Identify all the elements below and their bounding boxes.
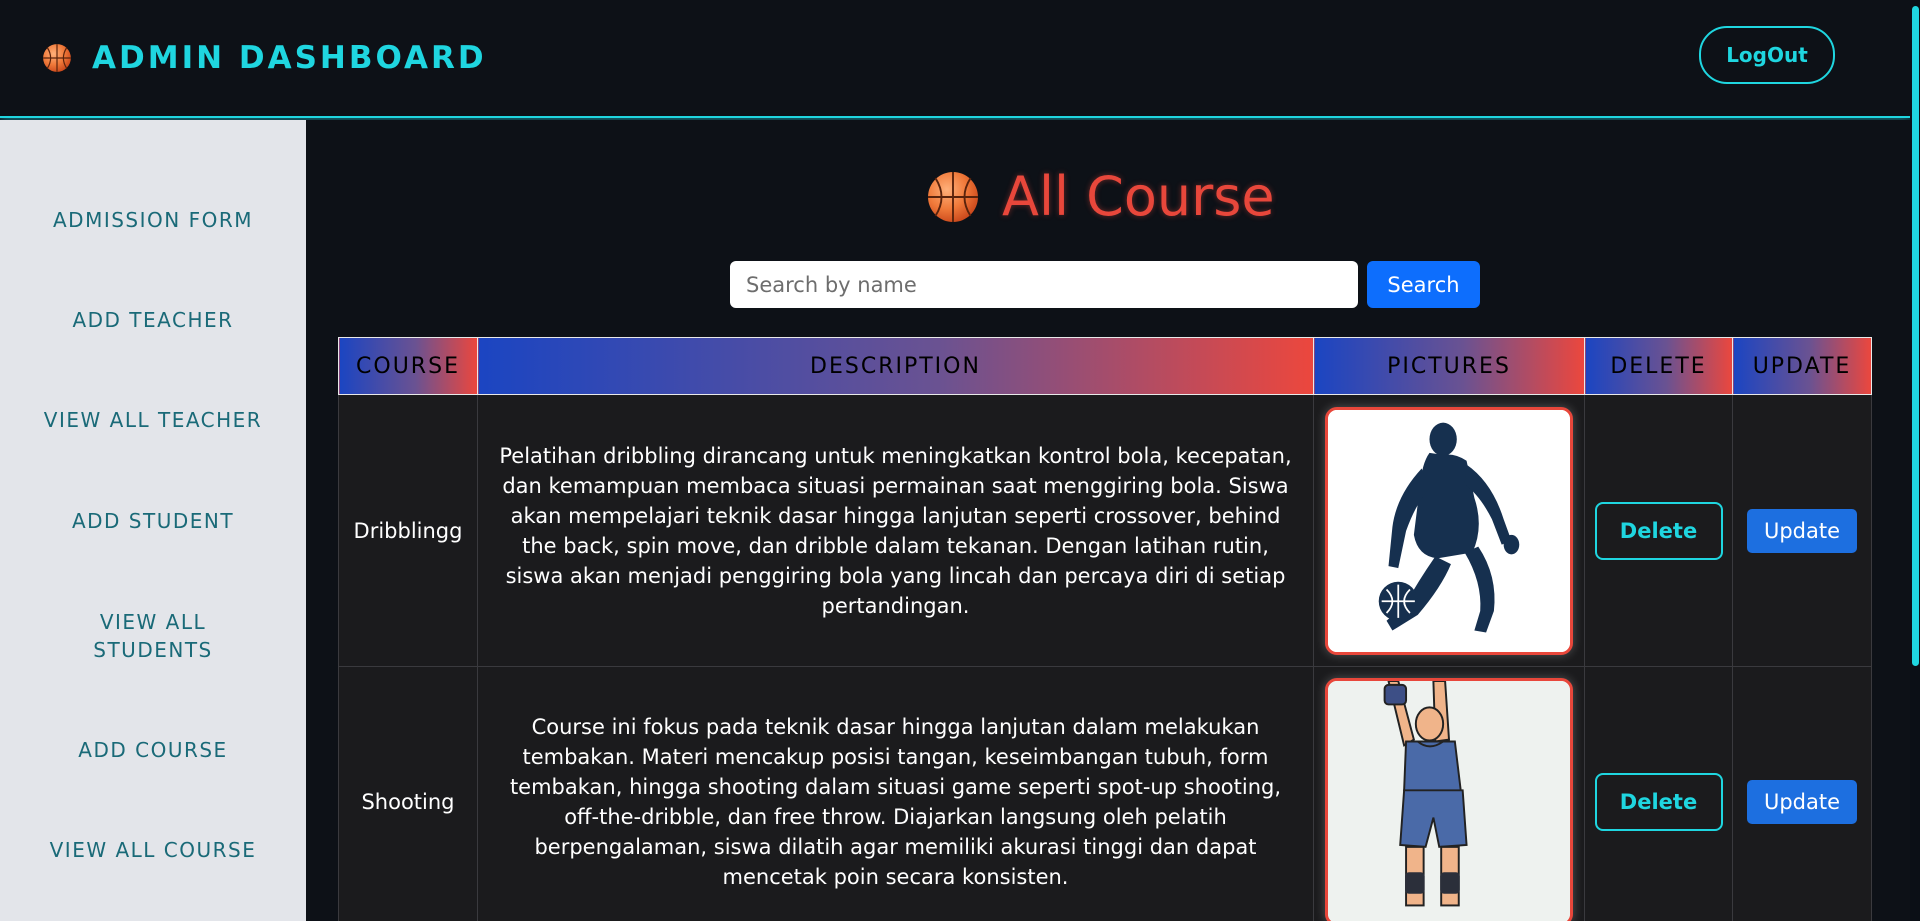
page-title: All Course xyxy=(1002,165,1275,228)
course-description: Course ini fokus pada teknik dasar hingg… xyxy=(477,666,1314,921)
column-header-delete: DELETE xyxy=(1584,337,1733,395)
courses-table: COURSE DESCRIPTION PICTURES DELETE UPDAT… xyxy=(338,337,1872,921)
main-content: All Course Search COURSE DESCRIPTION PIC… xyxy=(306,120,1910,921)
sidebar-item-add-course[interactable]: ADD COURSE xyxy=(0,736,306,764)
sidebar-item-view-all-course[interactable]: VIEW ALL COURSE xyxy=(0,836,306,864)
course-name: Dribblingg xyxy=(338,394,478,667)
delete-button[interactable]: Delete xyxy=(1594,501,1723,560)
brand: ADMIN DASHBOARD xyxy=(42,40,487,76)
course-picture-cell xyxy=(1313,394,1585,667)
update-cell: Update xyxy=(1732,666,1872,921)
course-picture xyxy=(1325,406,1573,655)
page-scrollbar[interactable] xyxy=(1910,0,1920,921)
search-button[interactable]: Search xyxy=(1367,261,1480,308)
column-header-update: UPDATE xyxy=(1732,337,1872,395)
column-header-course: COURSE xyxy=(338,337,478,395)
course-picture-cell xyxy=(1313,666,1585,921)
dashboard-title: ADMIN DASHBOARD xyxy=(92,40,487,76)
search-input[interactable] xyxy=(730,261,1358,308)
top-navbar: ADMIN DASHBOARD LogOut xyxy=(0,0,1910,118)
course-name: Shooting xyxy=(338,666,478,921)
update-cell: Update xyxy=(1732,394,1872,667)
sidebar-item-add-teacher[interactable]: ADD TEACHER xyxy=(0,306,306,334)
course-description: Pelatihan dribbling dirancang untuk meni… xyxy=(477,394,1314,667)
column-header-description: DESCRIPTION xyxy=(477,337,1314,395)
logout-button[interactable]: LogOut xyxy=(1699,26,1835,84)
dribbling-player-image xyxy=(1328,409,1570,652)
sidebar-item-view-all-students[interactable]: VIEW ALL STUDENTS xyxy=(0,608,306,664)
column-header-pictures: PICTURES xyxy=(1313,337,1585,395)
sidebar-item-admission-form[interactable]: ADMISSION FORM xyxy=(0,206,306,234)
basketball-icon xyxy=(928,171,978,222)
basketball-icon xyxy=(43,44,71,72)
update-button[interactable]: Update xyxy=(1747,508,1857,553)
course-picture xyxy=(1325,677,1573,921)
page-heading: All Course xyxy=(926,165,1275,228)
shooting-player-image xyxy=(1328,680,1570,921)
table-row: Shooting Course ini fokus pada teknik da… xyxy=(338,666,1872,921)
delete-cell: Delete xyxy=(1584,666,1733,921)
table-row: Dribblingg Pelatihan dribbling dirancang… xyxy=(338,394,1872,667)
sidebar-item-view-all-teacher[interactable]: VIEW ALL TEACHER xyxy=(0,406,306,434)
sidebar: ADMISSION FORM ADD TEACHER VIEW ALL TEAC… xyxy=(0,120,306,921)
update-button[interactable]: Update xyxy=(1747,779,1857,824)
delete-cell: Delete xyxy=(1584,394,1733,667)
table-header-row: COURSE DESCRIPTION PICTURES DELETE UPDAT… xyxy=(338,337,1872,395)
sidebar-item-add-student[interactable]: ADD STUDENT xyxy=(0,507,306,535)
delete-button[interactable]: Delete xyxy=(1594,772,1723,831)
scrollbar-thumb[interactable] xyxy=(1912,6,1919,666)
